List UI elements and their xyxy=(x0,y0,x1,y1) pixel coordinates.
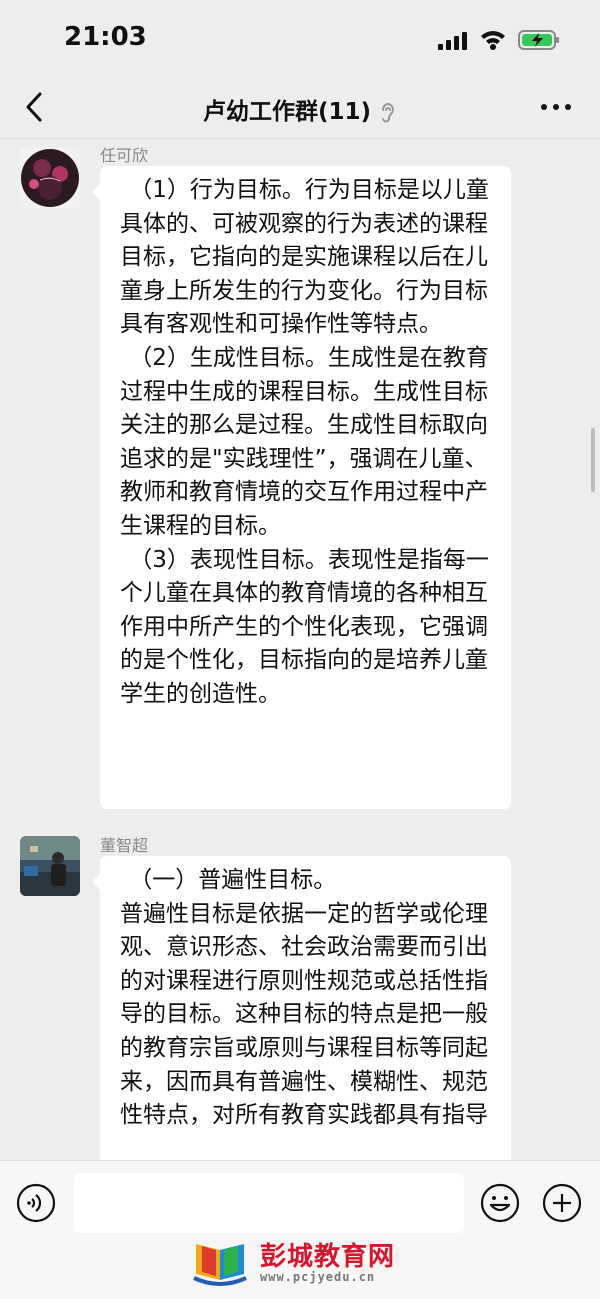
message-paragraph: 普遍性目标是依据一定的哲学或伦理观、意识形态、社会政治需要而引出的对课程进行原则… xyxy=(120,900,488,1129)
sender-name: 董智超 xyxy=(100,836,149,855)
message-paragraph: （一）普遍性目标。 xyxy=(129,867,337,893)
chat-header: 卢幼工作群(11) xyxy=(0,80,600,139)
add-icon[interactable] xyxy=(542,1183,582,1223)
message-bubble[interactable]: （一）普遍性目标。 普遍性目标是依据一定的哲学或伦理观、意识形态、社会政治需要而… xyxy=(92,856,511,1196)
voice-input-icon[interactable] xyxy=(16,1183,56,1223)
watermark: 彭城教育网 www.pcjyedu.cn xyxy=(190,1236,420,1286)
avatar[interactable] xyxy=(20,836,80,896)
sender-name: 任可欣 xyxy=(100,146,149,165)
wifi-icon xyxy=(481,31,505,50)
avatar-image xyxy=(20,148,80,208)
status-time: 21:03 xyxy=(64,22,147,52)
avatar-image xyxy=(20,836,80,896)
more-options-icon[interactable] xyxy=(540,102,572,112)
message-paragraph: （1）行为目标。行为目标是以儿童具体的、可被观察的行为表述的课程目标，它指向的是… xyxy=(120,177,489,338)
emoji-icon[interactable] xyxy=(480,1183,520,1223)
avatar[interactable] xyxy=(20,148,80,208)
mute-ear-icon xyxy=(382,102,395,123)
message-bubble[interactable]: （1）行为目标。行为目标是以儿童具体的、可被观察的行为表述的课程目标，它指向的是… xyxy=(92,166,511,809)
scrollbar[interactable] xyxy=(591,428,595,492)
battery-charging-icon xyxy=(518,30,559,50)
message-paragraph: （3）表现性目标。表现性是指每一个儿童在具体的教育情境的各种相互作用中所产生的个… xyxy=(120,546,489,707)
status-bar: 21:03 xyxy=(0,0,600,80)
chat-title: 卢幼工作群(11) xyxy=(202,99,372,125)
chat-title-row: 卢幼工作群(11) xyxy=(0,92,600,126)
watermark-book-logo xyxy=(193,1244,247,1286)
cellular-signal-icon xyxy=(438,32,467,50)
watermark-url: www.pcjyedu.cn xyxy=(260,1270,376,1284)
message-paragraph: （2）生成性目标。生成性是在教育过程中生成的课程目标。生成性目标关注的那么是过程… xyxy=(120,344,489,539)
watermark-name: 彭城教育网 xyxy=(260,1242,396,1272)
message-input[interactable] xyxy=(74,1173,464,1233)
